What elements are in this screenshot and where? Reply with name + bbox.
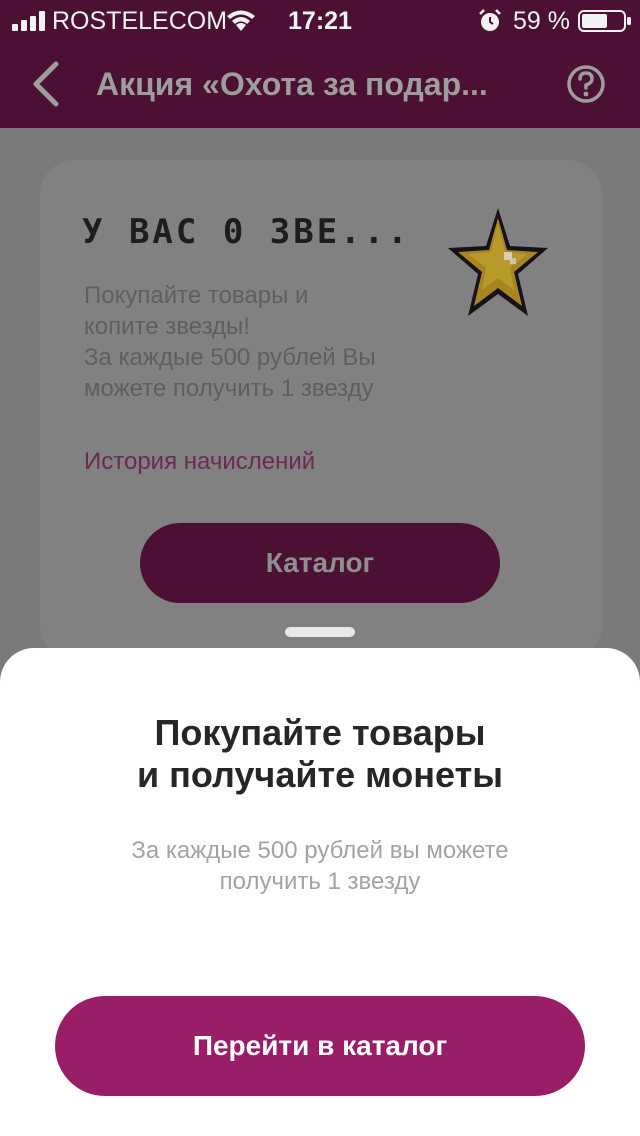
go-to-catalog-button[interactable]: Перейти в каталог [55,996,585,1096]
battery-percent: 59 % [513,7,570,35]
pixel-star-icon [448,208,548,316]
sheet-title: Покупайте товары и получайте монеты [137,712,503,795]
stars-counter-headline: У ВАС 0 ЗВЕ... [82,212,411,252]
status-bar: ROSTELECOM 17:21 59 % [0,0,640,40]
promo-description: Покупайте товары и копите звезды! За каж… [84,282,376,402]
bottom-sheet: Покупайте товары и получайте монеты За к… [0,648,640,1136]
navigation-bar: Акция «Охота за подар... [0,40,640,128]
history-link[interactable]: История начислений [84,446,315,478]
catalog-button[interactable]: Каталог [140,523,500,603]
sheet-subtitle: За каждые 500 рублей вы можете получить … [131,837,509,895]
chevron-left-icon[interactable] [24,60,68,108]
question-icon[interactable] [566,64,606,104]
promo-card: У ВАС 0 ЗВЕ... Покупайте товары и копите… [40,160,602,660]
alarm-icon [479,9,501,31]
sheet-grabber[interactable] [285,627,355,637]
battery-icon [578,10,631,32]
page-title: Акция «Охота за подар... [96,66,488,102]
